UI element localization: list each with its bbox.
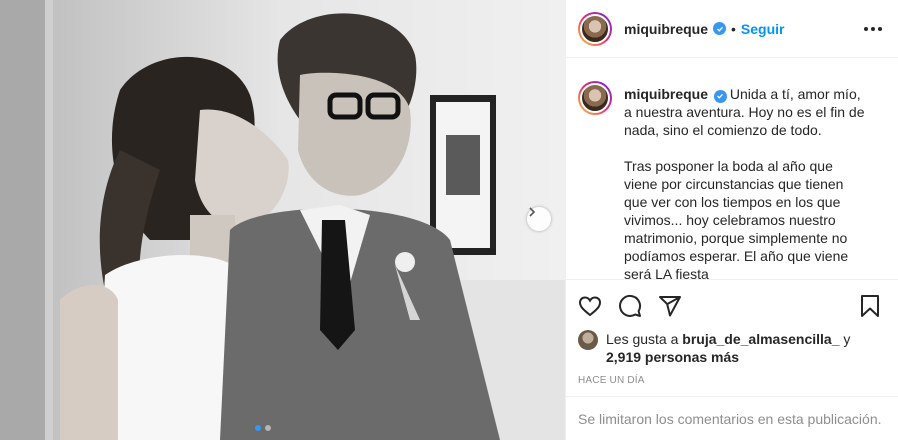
more-options-icon[interactable] bbox=[864, 26, 882, 31]
author-avatar[interactable] bbox=[578, 11, 612, 46]
likes-prefix: Les gusta a bbox=[606, 331, 679, 347]
caption-author-avatar[interactable] bbox=[578, 81, 612, 115]
caption-body: a nuestra aventura. Hoy no es el fin de … bbox=[624, 104, 865, 279]
like-button[interactable] bbox=[578, 294, 602, 318]
carousel-dot-2 bbox=[265, 425, 271, 431]
next-photo-button[interactable] bbox=[527, 207, 551, 231]
caption: miquibreque Unida a tí, amor mío, a nues… bbox=[624, 85, 864, 279]
post-timestamp[interactable]: Hace un día bbox=[578, 375, 645, 386]
caption-username[interactable]: miquibreque bbox=[624, 86, 708, 102]
follow-button[interactable]: Seguir bbox=[741, 21, 785, 37]
likes-others-link[interactable]: 2,919 personas más bbox=[606, 349, 739, 365]
caption-area: miquibreque Unida a tí, amor mío, a nues… bbox=[566, 59, 898, 279]
likes-and: y bbox=[843, 331, 851, 347]
caption-line-1: Unida a tí, amor mío, bbox=[729, 86, 861, 102]
carousel-indicator bbox=[255, 425, 271, 431]
save-button[interactable] bbox=[858, 294, 882, 318]
liker-avatar[interactable] bbox=[578, 330, 598, 350]
share-icon bbox=[659, 296, 681, 317]
verified-icon bbox=[713, 22, 727, 35]
separator-bullet: • bbox=[731, 20, 736, 37]
post-side-panel: miquibreque • Seguir miquibreque Unida a… bbox=[565, 0, 898, 440]
likes-summary: Les gusta a bruja_de_almasencilla_ y 2,9… bbox=[578, 330, 882, 366]
bookmark-icon bbox=[861, 295, 879, 317]
post-actions bbox=[566, 279, 898, 318]
post-photo[interactable] bbox=[0, 0, 565, 440]
comment-icon bbox=[619, 294, 642, 317]
liker-username[interactable]: bruja_de_almasencilla_ bbox=[682, 331, 839, 347]
chevron-right-icon bbox=[529, 207, 536, 217]
wedding-photo-image bbox=[0, 0, 565, 440]
comment-button[interactable] bbox=[618, 294, 642, 318]
author-username[interactable]: miquibreque bbox=[624, 21, 708, 37]
heart-icon bbox=[578, 296, 602, 317]
post-header: miquibreque • Seguir bbox=[566, 0, 898, 58]
carousel-dot-1 bbox=[255, 425, 261, 431]
likes-text: Les gusta a bruja_de_almasencilla_ y 2,9… bbox=[606, 330, 850, 366]
verified-icon bbox=[713, 89, 727, 103]
share-button[interactable] bbox=[658, 294, 682, 318]
comments-disabled-notice: Se limitaron los comentarios en esta pub… bbox=[566, 396, 898, 440]
